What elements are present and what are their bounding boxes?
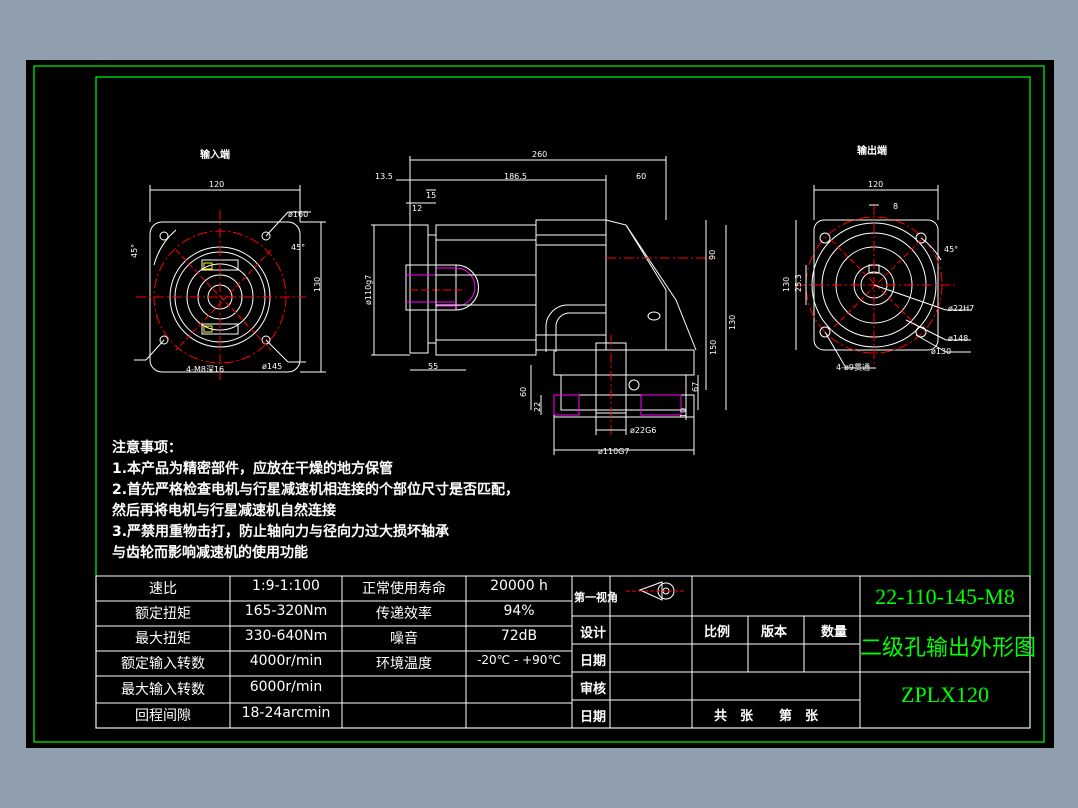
in-dim-120: 120 (209, 180, 225, 189)
sheets-label: 共 张 第 张 (714, 709, 819, 724)
spec-value: 4000r/min (249, 653, 323, 669)
dim-130: 130 (728, 314, 737, 330)
out-dim-130b: ø130 (931, 347, 952, 356)
spec-label: 回程间隙 (135, 708, 191, 724)
projection-label: 第一视角 (574, 591, 618, 604)
dim-186-5: 186.5 (504, 172, 527, 181)
dim-22: 22 (533, 401, 542, 412)
spec-label2: 噪音 (390, 631, 418, 647)
spec-label: 额定扭矩 (135, 606, 191, 622)
drawing-number: 22-110-145-M8 (875, 584, 1015, 609)
spec-label2: 正常使用寿命 (362, 581, 446, 597)
side-view (371, 156, 727, 455)
dim-110G7: ø110G7 (598, 447, 630, 456)
dim-12: 12 (412, 204, 423, 213)
quantity-label: 数量 (821, 625, 848, 640)
out-dim-8: 8 (893, 202, 899, 211)
scale-label: 比例 (704, 625, 731, 640)
spec-label: 最大输入转数 (121, 682, 205, 698)
out-dim-130: 130 (782, 276, 791, 292)
spec-label2: 传递效率 (376, 606, 432, 622)
dim-13-5: 13.5 (375, 172, 393, 181)
dim-60b: 60 (519, 386, 528, 397)
note-1: 1.本产品为精密部件，应放在干燥的地方保管 (112, 461, 394, 477)
date-label-1: 日期 (580, 654, 607, 669)
spec-value2: 20000 h (490, 578, 548, 594)
out-dim-25-3: 25.3 (794, 274, 803, 292)
input-end-title: 输入端 (200, 150, 230, 161)
spec-value2: 94% (503, 603, 535, 619)
dim-10: 10 (679, 407, 688, 418)
dim-22g6: ø22G6 (630, 426, 657, 435)
dim-15: 15 (426, 191, 437, 200)
design-label: 设计 (580, 626, 607, 641)
spec-label: 最大扭矩 (135, 631, 191, 647)
in-dim-160: ø160 (288, 210, 309, 219)
spec-label: 额定输入转数 (121, 656, 205, 672)
output-end-view (795, 185, 971, 369)
spec-value2: 72dB (500, 628, 538, 644)
date-label-2: 日期 (580, 710, 607, 725)
dim-110g7: ø110g7 (364, 274, 373, 305)
spec-label2: 环境温度 (376, 656, 432, 672)
review-label: 审核 (580, 682, 607, 697)
output-end-title: 输出端 (857, 146, 887, 157)
out-dim-120: 120 (868, 180, 884, 189)
out-dim-22h7: ø22H7 (948, 304, 975, 313)
in-dim-45: 45° (130, 243, 139, 258)
dim-90: 90 (708, 249, 717, 260)
note-3b: 与齿轮而影响减速机的使用功能 (112, 545, 308, 561)
dim-55: 55 (428, 362, 439, 371)
dim-60: 60 (636, 172, 647, 181)
dim-260: 260 (532, 150, 548, 159)
spec-value: 18-24arcmin (241, 705, 331, 721)
in-dim-holes: 4-M8深16 (186, 365, 225, 374)
out-dim-holes: 4-ø9贯通 (836, 363, 870, 372)
in-dim-145: ø145 (262, 362, 283, 371)
drawing-sheet: 输入端 输出端 260 13.5 186.5 60 15 12 ø110g7 5… (26, 60, 1054, 748)
note-3: 3.严禁用重物击打，防止轴向力与径向力过大损坏轴承 (112, 524, 450, 540)
spec-value: 330-640Nm (244, 628, 328, 644)
spec-value2: -20℃ - +90℃ (477, 653, 561, 667)
spec-value: 165-320Nm (244, 603, 328, 619)
spec-value: 6000r/min (249, 679, 323, 695)
model-number: ZPLX120 (901, 682, 989, 707)
dim-150: 150 (709, 339, 718, 355)
in-dim-130: 130 (313, 276, 322, 292)
note-2b: 然后再将电机与行星减速机自然连接 (112, 503, 336, 519)
spec-value: 1:9-1:100 (252, 578, 320, 594)
out-dim-148: ø148 (948, 334, 969, 343)
dim-67: 67 (691, 381, 700, 392)
spec-label: 速比 (149, 581, 177, 597)
out-dim-45: 45° (944, 245, 959, 254)
notes-title: 注意事项： (112, 440, 182, 456)
drawing-name: 二级孔输出外形图 (860, 636, 1037, 661)
note-2: 2.首先严格检查电机与行星减速机相连接的个部位尺寸是否匹配， (112, 482, 520, 498)
version-label: 版本 (761, 625, 788, 640)
in-dim-45b: 45° (291, 243, 306, 252)
